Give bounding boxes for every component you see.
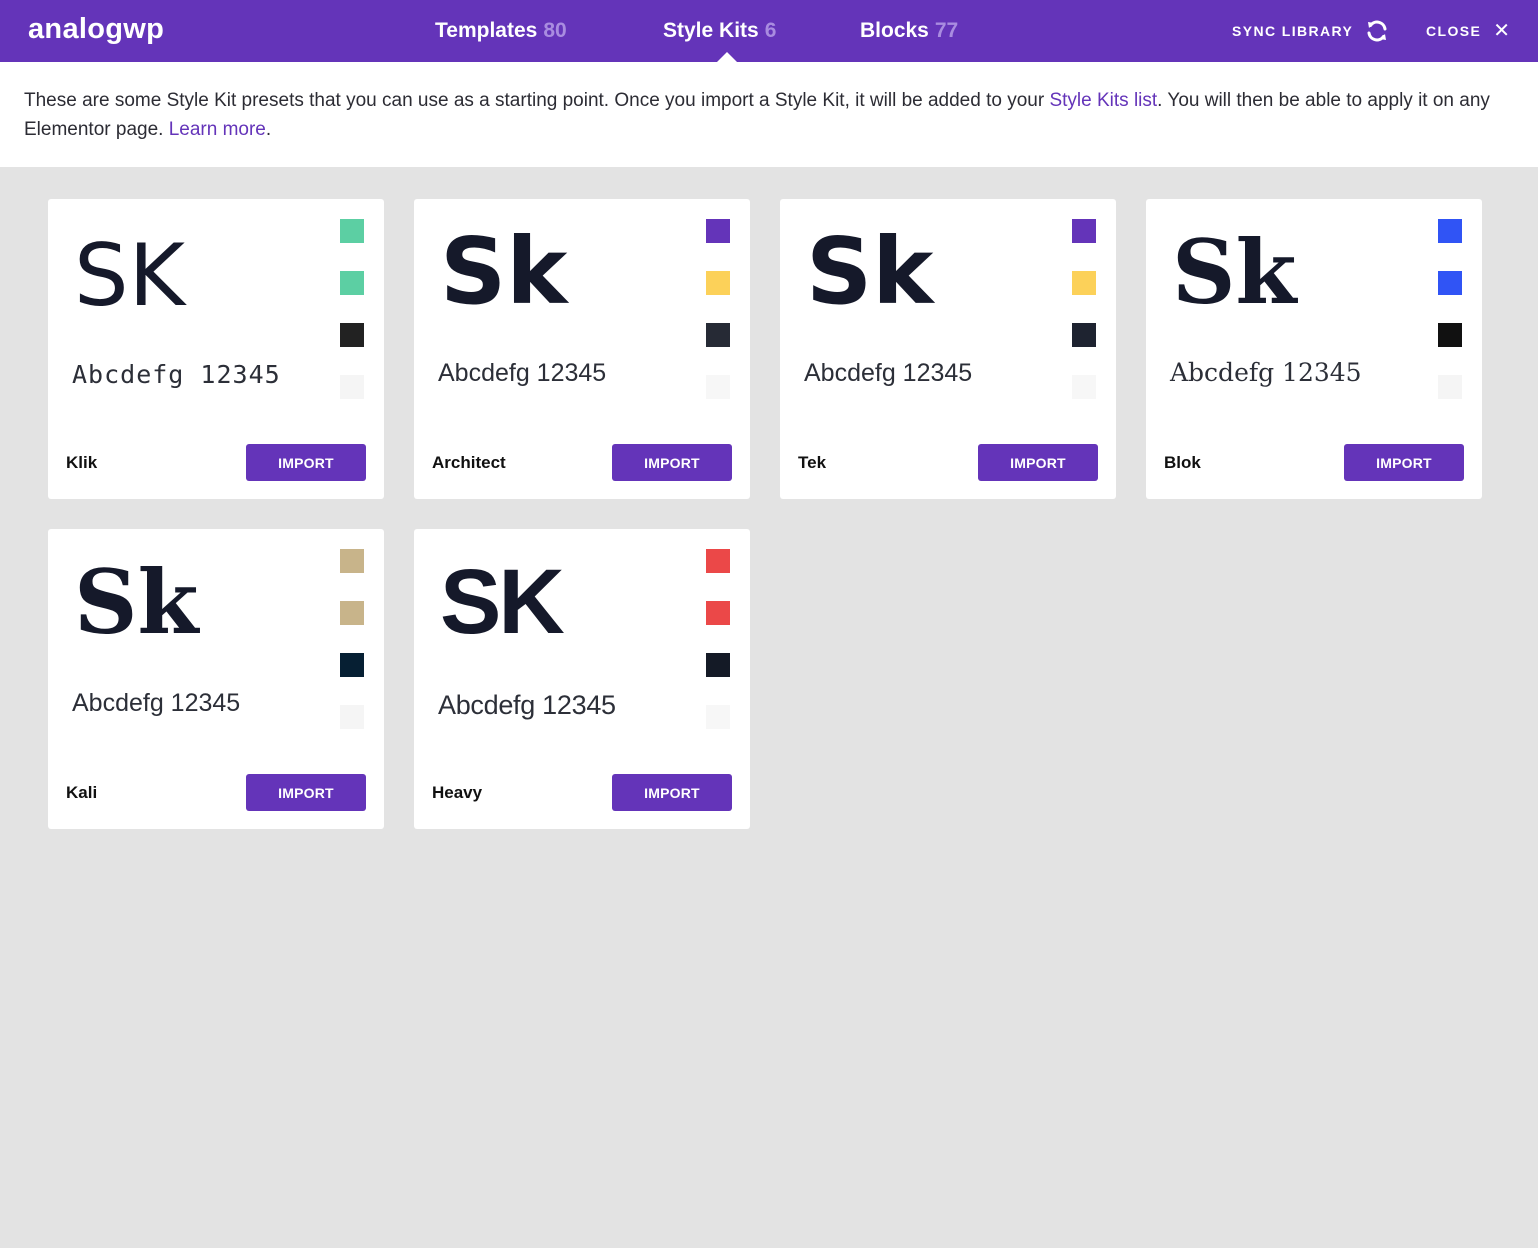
heading-font-sample: Sk — [440, 218, 568, 325]
close-label: CLOSE — [1426, 23, 1482, 39]
color-swatch — [340, 705, 364, 729]
color-swatch — [340, 323, 364, 347]
tab-count: 6 — [764, 19, 777, 42]
sync-library-button[interactable]: SYNC LIBRARY — [1232, 18, 1389, 44]
style-kit-card-kali: Sk Abcdefg 12345 Kali IMPORT — [48, 529, 384, 829]
style-kit-card-architect: Sk Abcdefg 12345 Architect IMPORT — [414, 199, 750, 499]
body-font-sample: Abcdefg 12345 — [438, 359, 607, 387]
import-button[interactable]: IMPORT — [246, 444, 366, 481]
color-swatch — [340, 375, 364, 399]
style-kit-card-klik: SK Abcdefg 12345 Klik IMPORT — [48, 199, 384, 499]
active-tab-indicator — [717, 52, 737, 62]
style-kit-card-tek: Sk Abcdefg 12345 Tek IMPORT — [780, 199, 1116, 499]
tab-count: 80 — [543, 19, 567, 42]
kit-name: Blok — [1164, 453, 1201, 472]
style-kit-card-blok: Sk Abcdefg 12345 Blok IMPORT — [1146, 199, 1482, 499]
color-swatch — [706, 601, 730, 625]
kit-name: Klik — [66, 453, 98, 472]
color-swatch — [1438, 219, 1462, 243]
import-button[interactable]: IMPORT — [246, 774, 366, 811]
kit-name: Kali — [66, 783, 98, 802]
color-swatch — [1438, 375, 1462, 399]
body-font-sample: Abcdefg 12345 — [72, 689, 241, 717]
color-swatch — [1438, 323, 1462, 347]
body-font-sample: Abcdefg 12345 — [804, 359, 973, 387]
color-swatch — [706, 705, 730, 729]
color-swatch — [706, 549, 730, 573]
tab-templates[interactable]: Templates 80 — [435, 16, 567, 46]
import-button[interactable]: IMPORT — [612, 444, 732, 481]
heading-font-sample: Sk — [806, 218, 934, 325]
refresh-icon — [1367, 20, 1387, 42]
color-swatch — [706, 323, 730, 347]
heading-font-sample: SK — [74, 226, 185, 326]
color-swatch — [1072, 219, 1096, 243]
kit-name: Tek — [798, 453, 827, 472]
tab-blocks[interactable]: Blocks 77 — [860, 16, 958, 46]
close-button[interactable]: CLOSE ✕ — [1426, 18, 1510, 44]
color-swatch — [1072, 271, 1096, 295]
intro-description: These are some Style Kit presets that yo… — [0, 62, 1538, 167]
close-icon: ✕ — [1493, 20, 1510, 42]
heading-font-sample: Sk — [1172, 220, 1297, 324]
import-button[interactable]: IMPORT — [612, 774, 732, 811]
body-font-sample: Abcdefg 12345 — [72, 360, 281, 389]
import-button[interactable]: IMPORT — [978, 444, 1098, 481]
color-swatch — [340, 271, 364, 295]
tab-label: Blocks — [860, 19, 929, 42]
color-swatch — [706, 653, 730, 677]
body-font-sample: Abcdefg 12345 — [438, 690, 616, 720]
intro-text: These are some Style Kit presets that yo… — [24, 90, 1050, 111]
color-swatch — [340, 219, 364, 243]
tab-count: 77 — [934, 19, 959, 42]
color-swatch — [1438, 271, 1462, 295]
learn-more-link[interactable]: Learn more — [169, 119, 266, 140]
tab-style-kits[interactable]: Style Kits 6 — [663, 16, 776, 46]
kit-name: Heavy — [432, 783, 483, 802]
color-swatch — [1072, 323, 1096, 347]
kit-name: Architect — [432, 453, 506, 472]
analogwp-logo[interactable]: analogwp — [28, 12, 164, 46]
intro-text: . — [265, 119, 272, 140]
color-swatch — [706, 219, 730, 243]
heading-font-sample: Sk — [74, 550, 199, 654]
color-swatch — [340, 601, 364, 625]
heading-font-sample: SK — [440, 551, 565, 653]
body-font-sample: Abcdefg 12345 — [1170, 358, 1362, 387]
sync-library-label: SYNC LIBRARY — [1232, 23, 1354, 39]
color-swatch — [340, 653, 364, 677]
top-bar: analogwp Templates 80 Style Kits 6 Blocks 7… — [0, 0, 1538, 62]
color-swatch — [1072, 375, 1096, 399]
style-kits-list-link[interactable]: Style Kits list — [1049, 90, 1157, 111]
color-swatch — [706, 375, 730, 399]
import-button[interactable]: IMPORT — [1344, 444, 1464, 481]
color-swatch — [340, 549, 364, 573]
color-swatch — [706, 271, 730, 295]
tab-label: Style Kits — [663, 19, 759, 42]
style-kit-card-heavy: SK Abcdefg 12345 Heavy IMPORT — [414, 529, 750, 829]
tab-label: Templates — [435, 19, 538, 42]
